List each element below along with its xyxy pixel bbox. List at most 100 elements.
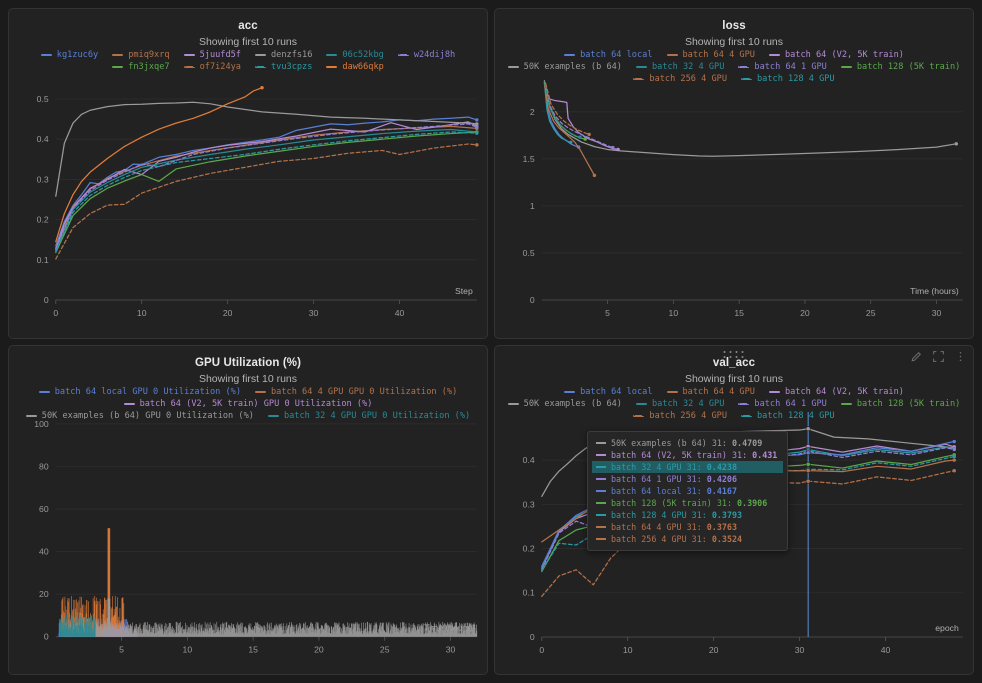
y-tick-label: 60	[39, 504, 49, 514]
series-line	[56, 88, 262, 242]
y-tick-label: 100	[34, 419, 49, 429]
gpu-trace	[62, 598, 477, 636]
tooltip-value: 0.3906	[737, 498, 767, 508]
tooltip-value: 0.3763	[707, 522, 737, 532]
pencil-icon[interactable]	[910, 350, 923, 363]
tooltip-swatch-icon	[596, 454, 606, 456]
y-tick-label: 0.5	[523, 248, 535, 258]
legend-gpu[interactable]: batch 64 local GPU 0 Utilization (%) batc…	[9, 385, 487, 419]
legend-swatch-icon	[255, 54, 266, 56]
y-tick-label: 1	[530, 201, 535, 211]
legend-item[interactable]: w24dij8h	[398, 50, 455, 60]
legend-item[interactable]: 5juufd5f	[184, 50, 241, 60]
legend-swatch-icon	[184, 54, 195, 56]
y-tick-label: 0.4	[37, 134, 49, 144]
chart-svg-gpu[interactable]: 02040608010051015202530Time (hours)	[9, 416, 487, 675]
legend-swatch-icon	[667, 54, 678, 56]
y-tick-label: 0.3	[37, 174, 49, 184]
plot-area-loss[interactable]: 00.511.5251015202530Time (hours)	[495, 71, 973, 338]
tooltip-value: 0.4167	[707, 486, 737, 496]
legend-item-label: batch 64 local GPU 0 Utilization (%)	[55, 387, 241, 397]
x-axis-label: Time (hours)	[910, 286, 959, 296]
legend-item[interactable]: pmiq9xrq	[112, 50, 169, 60]
legend-item[interactable]: batch 64 (V2, 5K train) GPU 0 Utilizatio…	[124, 399, 373, 409]
y-tick-label: 0.4	[523, 455, 535, 465]
legend-item[interactable]: batch 64 4 GPU	[667, 50, 755, 60]
drag-handle-icon[interactable]	[724, 351, 745, 359]
tooltip-row: batch 64 4 GPU 31: 0.3763	[592, 521, 783, 533]
panel-loss[interactable]: loss Showing first 10 runs batch 64 loca…	[494, 8, 974, 339]
x-tick-label: 15	[248, 644, 258, 654]
tooltip-label: 50K examples (b 64) 31:	[611, 438, 727, 448]
legend-item[interactable]: batch 64 4 GPU GPU 0 Utilization (%)	[255, 387, 457, 397]
x-tick-label: 30	[309, 308, 319, 318]
more-vertical-icon[interactable]	[954, 350, 967, 363]
plot-area-acc[interactable]: 00.10.20.30.40.5010203040Step	[9, 71, 487, 338]
x-tick-label: 20	[223, 308, 233, 318]
y-tick-label: 0.5	[37, 94, 49, 104]
y-tick-label: 0	[44, 295, 49, 305]
y-tick-label: 0	[530, 295, 535, 305]
showing-runs-val-acc: Showing first 10 runs	[495, 373, 973, 385]
legend-item[interactable]: batch 64 4 GPU	[667, 387, 755, 397]
legend-swatch-icon	[508, 403, 519, 405]
panel-toolbar-val-acc[interactable]	[910, 350, 967, 363]
legend-swatch-icon	[636, 403, 647, 405]
panel-val-acc[interactable]: val_acc Showing first 10 runs batch 64 l…	[494, 345, 974, 676]
x-tick-label: 0	[53, 308, 58, 318]
chart-svg-acc[interactable]: 00.10.20.30.40.5010203040Step	[9, 71, 487, 338]
legend-swatch-icon	[738, 66, 749, 68]
legend-swatch-icon	[326, 66, 337, 68]
plot-area-gpu[interactable]: 02040608010051015202530Time (hours)	[9, 416, 487, 675]
legend-item[interactable]: 06c52kbg	[326, 50, 383, 60]
legend-item[interactable]: kg1zuc6y	[41, 50, 98, 60]
tooltip-row: batch 256 4 GPU 31:0.3524	[592, 533, 783, 545]
legend-item-label: w24dij8h	[414, 50, 455, 60]
legend-item[interactable]: batch 64 (V2, 5K train)	[769, 50, 904, 60]
panel-acc[interactable]: acc Showing first 10 runs kg1zuc6y pmiq9x…	[8, 8, 488, 339]
x-tick-label: 20	[314, 644, 324, 654]
series-line	[56, 122, 477, 250]
tooltip-value: 0.4238	[707, 462, 737, 472]
legend-item[interactable]: batch 64 local GPU 0 Utilization (%)	[39, 387, 241, 397]
x-tick-label: 5	[119, 644, 124, 654]
chart-svg-loss[interactable]: 00.511.5251015202530Time (hours)	[495, 71, 973, 338]
legend-item-label: batch 64 (V2, 5K train)	[785, 50, 904, 60]
y-tick-label: 0.2	[37, 215, 49, 225]
legend-swatch-icon	[184, 66, 195, 68]
x-tick-label: 10	[137, 308, 147, 318]
charts-dashboard: acc Showing first 10 runs kg1zuc6y pmiq9x…	[0, 0, 982, 683]
panel-title-acc: acc	[9, 9, 487, 32]
tooltip-value: 0.431	[752, 450, 777, 460]
x-tick-label: 10	[623, 644, 633, 654]
tooltip-swatch-icon	[596, 478, 606, 480]
x-axis-label: epoch	[935, 623, 959, 633]
legend-acc[interactable]: kg1zuc6y pmiq9xrq 5juufd5f denzfs16 06c52kbg…	[9, 48, 487, 72]
fullscreen-icon[interactable]	[932, 350, 945, 363]
series-line	[56, 124, 477, 249]
showing-runs-gpu: Showing first 10 runs	[9, 373, 487, 385]
legend-swatch-icon	[508, 66, 519, 68]
y-tick-label: 0	[530, 632, 535, 642]
legend-item[interactable]: denzfs16	[255, 50, 312, 60]
tooltip-value: 0.4709	[732, 438, 762, 448]
series-line	[56, 144, 477, 259]
legend-swatch-icon	[769, 54, 780, 56]
legend-item[interactable]: batch 64 (V2, 5K train)	[769, 387, 904, 397]
panel-gpu-utilization[interactable]: GPU Utilization (%) Showing first 10 run…	[8, 345, 488, 676]
legend-item-label: batch 64 local	[580, 50, 652, 60]
tooltip-row: batch 128 4 GPU 31:0.3793	[592, 509, 783, 521]
legend-item[interactable]: batch 64 local	[564, 387, 652, 397]
tooltip-swatch-icon	[596, 526, 606, 528]
legend-swatch-icon	[112, 54, 123, 56]
x-tick-label: 30	[446, 644, 456, 654]
legend-item-label: batch 64 (V2, 5K train) GPU 0 Utilizatio…	[140, 399, 373, 409]
legend-swatch-icon	[39, 391, 50, 393]
legend-item[interactable]: batch 64 local	[564, 50, 652, 60]
tooltip-label: batch 32 4 GPU 31:	[611, 462, 702, 472]
tooltip-label: batch 64 4 GPU 31:	[611, 522, 702, 532]
showing-runs-acc: Showing first 10 runs	[9, 36, 487, 48]
legend-item-label: batch 64 4 GPU	[683, 387, 755, 397]
legend-item-label: 06c52kbg	[342, 50, 383, 60]
tooltip-row: batch 64 (V2, 5K train) 31:0.431	[592, 449, 783, 461]
